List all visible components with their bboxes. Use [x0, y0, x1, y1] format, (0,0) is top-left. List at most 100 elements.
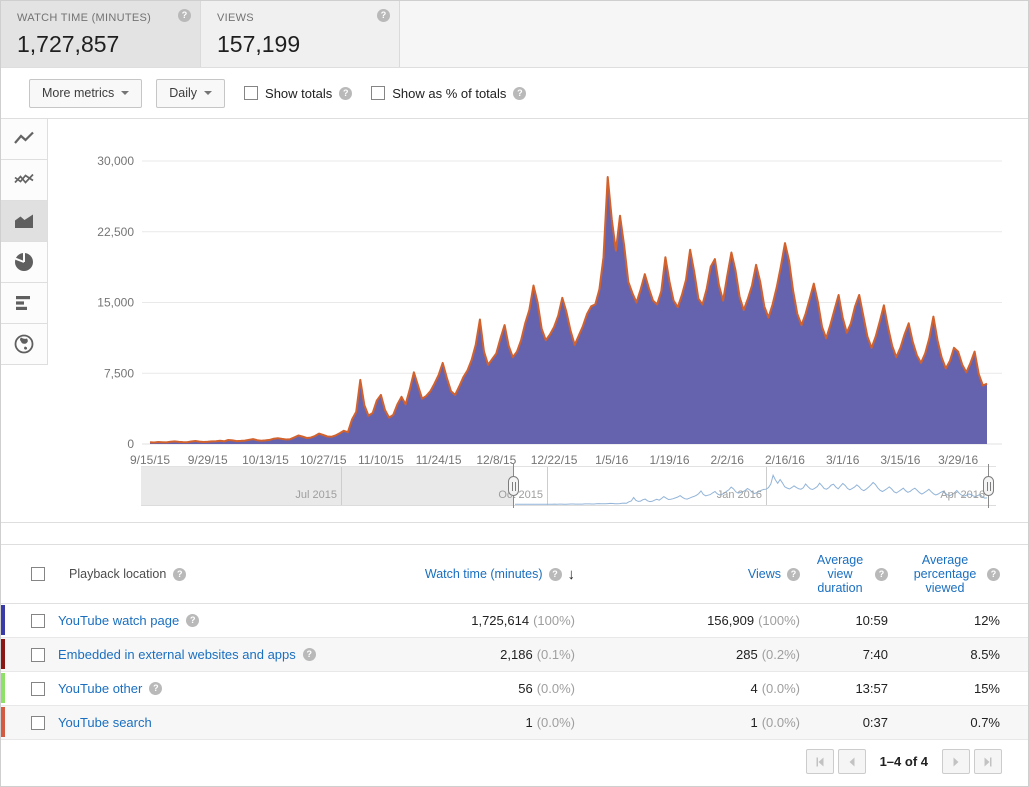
row-location-link[interactable]: YouTube other: [58, 681, 142, 696]
watch-time-value: 1: [525, 715, 533, 730]
x-axis-tick-label: 9/29/15: [188, 453, 228, 464]
metrics-bar: WATCH TIME (MINUTES) 1,727,857 ? VIEWS 1…: [1, 1, 1028, 68]
header-avg-duration-label[interactable]: Average view duration: [811, 553, 869, 595]
chart-type-area-button[interactable]: [1, 201, 47, 242]
row-location-link[interactable]: Embedded in external websites and apps: [58, 647, 296, 662]
show-totals-checkbox[interactable]: [244, 86, 259, 100]
help-icon[interactable]: ?: [987, 567, 1000, 581]
help-icon[interactable]: ?: [787, 567, 800, 581]
row-checkbox[interactable]: [31, 715, 45, 730]
page-last-icon: [984, 757, 992, 766]
header-watch-time-label[interactable]: Watch time (minutes): [425, 567, 543, 581]
show-percent-checkbox[interactable]: [371, 86, 386, 100]
line-chart-icon: [14, 131, 34, 144]
views-value: 4: [750, 681, 758, 696]
timeline-scrubber[interactable]: Jul 2015 Oct 2015 Jan 2016 Apr 2016: [141, 464, 996, 508]
header-avg-percentage-label[interactable]: Average percentage viewed: [909, 553, 981, 595]
x-axis-tick-label: 9/15/15: [130, 453, 170, 464]
bar-chart-icon: [16, 296, 30, 310]
table-header-row: Playback location ? Watch time (minutes)…: [1, 545, 1028, 604]
help-icon[interactable]: ?: [513, 86, 527, 100]
header-avg-percentage-cell[interactable]: Average percentage viewed ?: [888, 553, 1000, 595]
row-watch-time-cell: 1 (0.0%): [370, 715, 575, 730]
page-prev-button[interactable]: [837, 749, 866, 774]
metric-card-watch-time[interactable]: WATCH TIME (MINUTES) 1,727,857 ?: [1, 1, 200, 67]
area-chart-icon: [15, 214, 33, 228]
chart-type-map-button[interactable]: [1, 324, 47, 365]
x-axis-tick-label: 1/5/16: [595, 453, 629, 464]
section-gap: [1, 523, 1028, 544]
header-watch-time-cell[interactable]: Watch time (minutes) ? ↓: [370, 566, 575, 583]
views-value: 156,909: [707, 613, 755, 628]
more-metrics-button[interactable]: More metrics: [29, 78, 143, 108]
pagination-range-label: 1–4 of 4: [879, 754, 928, 769]
select-all-checkbox[interactable]: [31, 567, 45, 581]
y-axis-tick-label: 7,500: [104, 366, 134, 380]
header-avg-duration-cell[interactable]: Average view duration ?: [800, 553, 888, 595]
row-avg-percentage-cell: 12%: [973, 613, 1000, 628]
row-views-cell: 156,909 (100%): [575, 613, 800, 628]
chart-type-pie-button[interactable]: [1, 242, 47, 283]
scrubber-label: Jul 2015: [295, 489, 337, 501]
metric-label: VIEWS: [217, 12, 254, 24]
help-icon[interactable]: ?: [149, 682, 163, 695]
page-prev-icon: [849, 757, 855, 766]
comparison-line-chart-icon: [14, 173, 34, 184]
chart-type-comparison-button[interactable]: [1, 160, 47, 201]
watch-time-value: 1,725,614: [471, 613, 530, 628]
watch-time-area-chart[interactable]: 0 7,500 15,000 22,500 30,000 9/15/15 9/29/15 10…: [49, 119, 1029, 464]
show-totals-label: Show totals: [265, 85, 333, 101]
watch-time-value: 2,186: [500, 647, 533, 662]
row-location-link[interactable]: YouTube search: [58, 715, 152, 730]
chart-type-sidebar: [1, 119, 48, 365]
row-location-link[interactable]: YouTube watch page: [58, 613, 179, 628]
help-icon[interactable]: ?: [302, 648, 316, 661]
views-pct: (0.0%): [761, 715, 800, 730]
help-icon[interactable]: ?: [339, 86, 353, 100]
row-checkbox[interactable]: [31, 681, 45, 696]
metric-label: WATCH TIME (MINUTES): [17, 12, 152, 24]
row-location-cell: YouTube search: [1, 715, 370, 730]
row-views-cell: 285 (0.2%): [575, 647, 800, 662]
interval-dropdown-button[interactable]: Daily: [156, 78, 226, 108]
metric-value: 157,199: [217, 31, 301, 57]
help-icon[interactable]: ?: [875, 567, 888, 581]
help-icon[interactable]: ?: [377, 9, 390, 22]
page-next-button[interactable]: [942, 749, 970, 774]
sort-descending-icon[interactable]: ↓: [568, 566, 576, 583]
row-checkbox[interactable]: [31, 613, 45, 628]
map-globe-icon: [14, 334, 34, 354]
views-value: 1: [750, 715, 758, 730]
views-pct: (100%): [758, 613, 800, 628]
header-views-cell[interactable]: Views ?: [575, 567, 800, 581]
more-metrics-label: More metrics: [42, 86, 115, 100]
playback-location-table: Playback location ? Watch time (minutes)…: [1, 544, 1028, 774]
x-axis-tick-label: 3/1/16: [826, 453, 860, 464]
scrubber-right-handle[interactable]: [983, 476, 994, 496]
y-axis-tick-label: 0: [127, 437, 134, 451]
help-icon[interactable]: ?: [178, 9, 191, 22]
row-location-cell: YouTube watch page ?: [1, 613, 370, 628]
scrubber-left-handle[interactable]: [508, 476, 519, 496]
x-axis-tick-label: 12/22/15: [531, 453, 578, 464]
row-location-cell: YouTube other ?: [1, 681, 370, 696]
metric-card-views[interactable]: VIEWS 157,199 ?: [200, 1, 399, 67]
help-icon[interactable]: ?: [173, 567, 187, 581]
header-location-label: Playback location: [69, 567, 167, 581]
row-avg-percentage-cell: 15%: [973, 681, 1000, 696]
page-first-button[interactable]: [805, 749, 834, 774]
watch-time-pct: (0.0%): [536, 681, 575, 696]
header-views-label[interactable]: Views: [748, 567, 781, 581]
help-icon[interactable]: ?: [548, 567, 562, 581]
page-last-button[interactable]: [974, 749, 1002, 774]
chart-type-bar-button[interactable]: [1, 283, 47, 324]
row-location-cell: Embedded in external websites and apps ?: [1, 647, 370, 662]
y-axis-tick-label: 22,500: [97, 225, 134, 239]
chart-type-line-button[interactable]: [1, 119, 47, 160]
row-watch-time-cell: 56 (0.0%): [370, 681, 575, 696]
help-icon[interactable]: ?: [186, 614, 200, 627]
x-axis-tick-label: 1/19/16: [649, 453, 689, 464]
watch-time-pct: (100%): [533, 613, 575, 628]
row-views-cell: 1 (0.0%): [575, 715, 800, 730]
row-checkbox[interactable]: [31, 647, 45, 662]
